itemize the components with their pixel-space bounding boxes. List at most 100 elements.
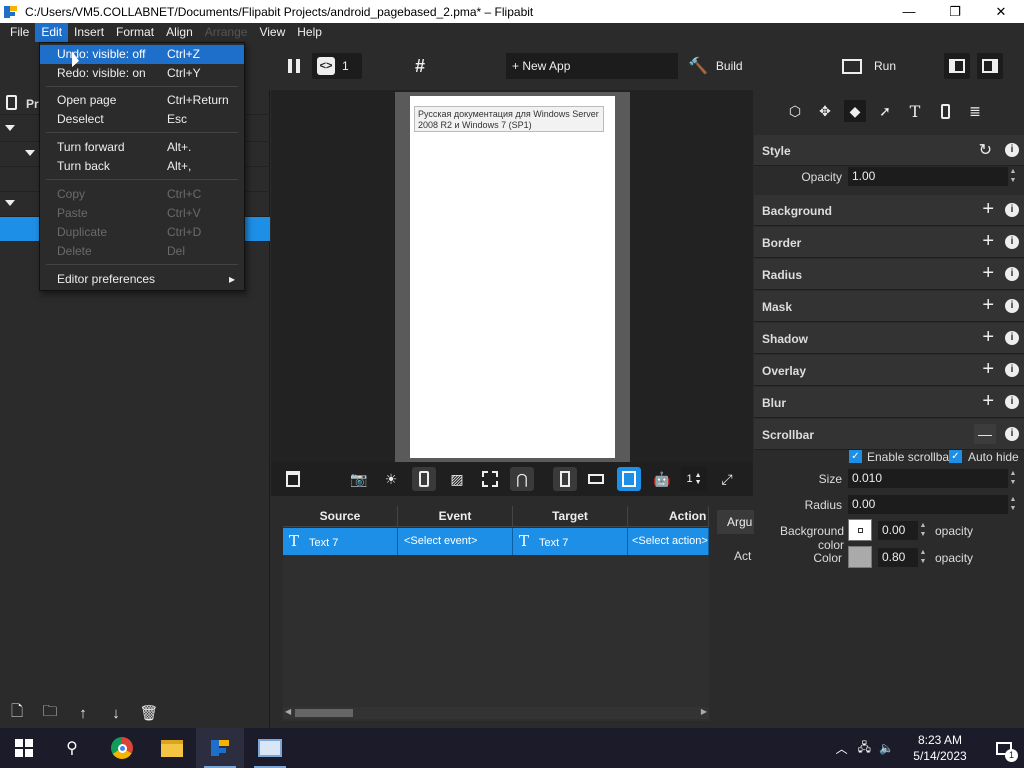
info-icon[interactable]: i <box>1005 267 1019 281</box>
arguments-tab[interactable]: Argu <box>717 510 757 534</box>
plus-icon[interactable]: + <box>982 198 994 221</box>
radius-input[interactable]: 0.00 <box>848 495 1008 514</box>
pointer-icon[interactable]: ➚ <box>874 100 896 122</box>
collapse-minus-icon[interactable]: — <box>974 424 996 444</box>
info-icon[interactable]: i <box>1005 427 1019 441</box>
menu-insert[interactable]: Insert <box>68 23 110 42</box>
flipabit-taskbar-icon[interactable] <box>196 728 244 768</box>
menu-item-paste[interactable]: Paste Ctrl+V <box>40 204 244 223</box>
column-header-target[interactable]: Target <box>513 506 628 527</box>
device-screen[interactable]: Русская документация для Windows Server … <box>410 96 615 458</box>
info-icon[interactable]: i <box>1005 143 1019 157</box>
section-background[interactable]: Background + i <box>754 195 1024 226</box>
menu-item-copy[interactable]: Copy Ctrl+C <box>40 185 244 204</box>
text-icon[interactable]: T <box>904 100 926 122</box>
windows-start-icon[interactable] <box>0 728 48 768</box>
android-icon[interactable]: 🤖 <box>650 467 674 491</box>
magnet-icon[interactable]: ⋂ <box>510 467 534 491</box>
menu-view[interactable]: View <box>253 23 291 42</box>
add-folder-icon[interactable]: 🗀 <box>39 702 61 724</box>
toggle-left-panel-button[interactable] <box>944 53 970 79</box>
mobile-icon[interactable] <box>934 100 956 122</box>
run-button[interactable]: Run <box>842 53 902 79</box>
device-preview-icon[interactable] <box>412 467 436 491</box>
background-color-swatch[interactable] <box>848 519 872 541</box>
menu-item-redo[interactable]: Redo: visible: on Ctrl+Y <box>40 64 244 83</box>
landscape-icon[interactable] <box>584 467 608 491</box>
menu-file[interactable]: File <box>4 23 35 42</box>
reset-icon[interactable]: ↻ <box>979 140 992 160</box>
plus-icon[interactable]: + <box>982 358 994 381</box>
section-shadow[interactable]: Shadow + i <box>754 323 1024 354</box>
build-button[interactable]: 🔨 Build <box>688 53 748 79</box>
plus-icon[interactable]: + <box>982 294 994 317</box>
column-header-event[interactable]: Event <box>398 506 513 527</box>
trash-icon[interactable]: 🗑 <box>138 702 160 724</box>
background-opacity-input[interactable]: 0.00 <box>878 521 918 540</box>
section-radius[interactable]: Radius + i <box>754 259 1024 290</box>
network-icon[interactable]: 🖧 <box>858 738 871 759</box>
selection-bounds-icon[interactable] <box>478 467 502 491</box>
close-button[interactable]: ✕ <box>978 0 1024 23</box>
section-border[interactable]: Border + i <box>754 227 1024 258</box>
section-mask[interactable]: Mask + i <box>754 291 1024 322</box>
column-header-source[interactable]: Source <box>283 506 398 527</box>
menu-item-duplicate[interactable]: Duplicate Ctrl+D <box>40 223 244 242</box>
paint-bucket-icon[interactable]: ◆ <box>844 100 866 122</box>
color-opacity-spinner[interactable]: ▲ ▼ <box>918 548 928 567</box>
move-down-icon[interactable]: ↓ <box>105 702 127 724</box>
plus-icon[interactable]: + <box>982 230 994 253</box>
menu-item-turn-back[interactable]: Turn back Alt+, <box>40 157 244 176</box>
menu-arrange[interactable]: Arrange <box>199 23 254 42</box>
menu-item-turn-forward[interactable]: Turn forward Alt+. <box>40 138 244 157</box>
menu-format[interactable]: Format <box>110 23 160 42</box>
size-input[interactable]: 0.010 <box>848 469 1008 488</box>
menu-align[interactable]: Align <box>160 23 199 42</box>
notification-icon[interactable]: 1 <box>984 728 1024 768</box>
info-icon[interactable]: i <box>1005 235 1019 249</box>
menu-item-open-page[interactable]: Open page Ctrl+Return <box>40 91 244 110</box>
section-overlay[interactable]: Overlay + i <box>754 355 1024 386</box>
page-selector[interactable]: <> 1 <box>312 53 362 79</box>
scroll-right-icon[interactable]: ▶ <box>701 707 707 716</box>
hatch-pattern-icon[interactable]: ▨ <box>445 467 469 491</box>
opacity-input[interactable]: 1.00 <box>848 167 1008 186</box>
table-cell-target[interactable]: T Text 7 <box>513 528 628 555</box>
section-blur[interactable]: Blur + i <box>754 387 1024 418</box>
pause-button[interactable] <box>283 53 305 79</box>
minimize-button[interactable]: — <box>886 0 932 23</box>
plus-icon[interactable]: + <box>982 262 994 285</box>
toggle-right-panel-button[interactable] <box>977 53 1003 79</box>
screenshot-icon[interactable]: 📷 <box>347 467 371 491</box>
menu-help[interactable]: Help <box>291 23 328 42</box>
auto-hide-checkbox[interactable]: ✓ <box>949 450 962 463</box>
search-icon[interactable]: ⚲ <box>48 728 96 768</box>
section-style[interactable]: Style ↻ i <box>754 135 1024 166</box>
section-scrollbar[interactable]: Scrollbar — i <box>754 419 1024 450</box>
menu-item-editor-preferences[interactable]: Editor preferences ▸ <box>40 270 244 289</box>
chrome-icon[interactable] <box>98 728 146 768</box>
brightness-icon[interactable]: ☀ <box>379 467 403 491</box>
maximize-button[interactable]: ❐ <box>932 0 978 23</box>
table-cell-source[interactable]: T Text 7 <box>283 528 398 555</box>
plus-icon[interactable]: + <box>982 326 994 349</box>
menu-item-delete[interactable]: Delete Del <box>40 242 244 261</box>
info-icon[interactable]: i <box>1005 331 1019 345</box>
add-page-icon[interactable]: 🗋 <box>6 702 28 724</box>
column-header-action[interactable]: Action <box>628 506 709 527</box>
portrait-icon[interactable] <box>553 467 577 491</box>
table-cell-event[interactable]: <Select event> <box>398 528 513 555</box>
horizontal-scrollbar[interactable]: ◀ ▶ <box>283 707 709 719</box>
text-element[interactable]: Русская документация для Windows Server … <box>414 106 604 132</box>
grid-button[interactable]: # <box>409 53 431 79</box>
database-icon[interactable]: ≣ <box>964 100 986 122</box>
info-icon[interactable]: i <box>1005 363 1019 377</box>
scroll-left-icon[interactable]: ◀ <box>285 707 291 716</box>
plus-icon[interactable]: + <box>982 390 994 413</box>
tray-chevron-icon[interactable]: ︿ <box>836 740 848 757</box>
color-swatch[interactable] <box>848 546 872 568</box>
info-icon[interactable]: i <box>1005 299 1019 313</box>
volume-icon[interactable]: 🔈 <box>879 741 894 755</box>
background-opacity-spinner[interactable]: ▲ ▼ <box>918 521 928 540</box>
page-frame-icon[interactable] <box>281 467 305 491</box>
